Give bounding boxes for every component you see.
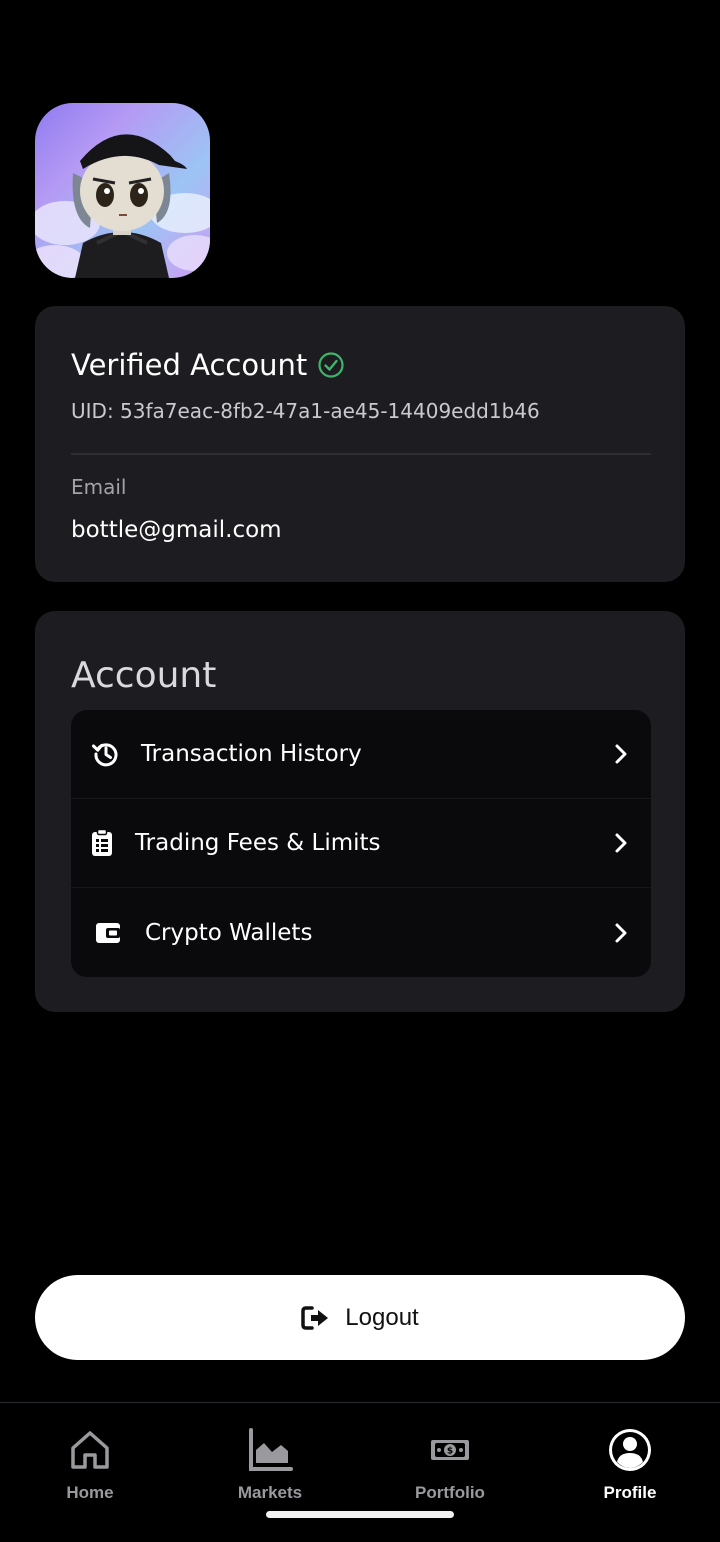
history-icon xyxy=(91,739,121,769)
nav-item-profile[interactable]: Profile xyxy=(540,1427,720,1517)
menu-item-label: Trading Fees & Limits xyxy=(135,830,381,856)
nav-label: Profile xyxy=(603,1483,657,1502)
check-circle-icon xyxy=(317,351,345,379)
wallet-icon xyxy=(93,918,123,948)
money-icon: $ xyxy=(427,1427,473,1473)
home-icon xyxy=(67,1427,113,1473)
logout-icon xyxy=(301,1305,331,1331)
menu-item-label: Crypto Wallets xyxy=(145,919,313,946)
home-indicator xyxy=(266,1511,454,1518)
logout-label: Logout xyxy=(345,1303,419,1331)
nav-label: Markets xyxy=(237,1483,303,1502)
verified-account-label: Verified Account xyxy=(71,348,308,382)
menu-item-crypto-wallets[interactable]: Crypto Wallets xyxy=(71,888,651,977)
email-value: bottle@gmail.com xyxy=(71,517,282,543)
chevron-right-icon xyxy=(611,742,631,766)
svg-text:$: $ xyxy=(447,1447,453,1457)
menu-item-label: Transaction History xyxy=(141,741,362,767)
avatar-illustration xyxy=(35,134,210,278)
uid-text: UID: 53fa7eac-8fb2-47a1-ae45-14409edd1b4… xyxy=(71,399,540,423)
chevron-right-icon xyxy=(611,831,631,855)
user-circle-icon xyxy=(607,1427,653,1473)
nav-label: Home xyxy=(66,1483,114,1502)
chevron-right-icon xyxy=(611,921,631,945)
email-label: Email xyxy=(71,475,127,499)
account-menu: Transaction History Trading Fees & Limit… xyxy=(71,710,651,977)
bottom-nav: Home Markets $ Portfolio Profile xyxy=(0,1402,720,1542)
clipboard-list-icon xyxy=(87,828,117,858)
avatar[interactable] xyxy=(35,103,210,278)
nav-label: Portfolio xyxy=(415,1483,485,1502)
menu-item-trading-fees[interactable]: Trading Fees & Limits xyxy=(71,799,651,888)
nav-item-markets[interactable]: Markets xyxy=(180,1427,360,1517)
menu-item-transaction-history[interactable]: Transaction History xyxy=(71,710,651,799)
nav-item-home[interactable]: Home xyxy=(0,1427,180,1517)
verified-account-title: Verified Account xyxy=(71,348,345,382)
divider xyxy=(71,453,651,455)
account-info-card: Verified Account UID: 53fa7eac-8fb2-47a1… xyxy=(35,306,685,582)
account-section-card: Account Transaction History Trading Fees… xyxy=(35,611,685,1012)
nav-item-portfolio[interactable]: $ Portfolio xyxy=(360,1427,540,1517)
account-section-title: Account xyxy=(71,655,217,696)
logout-button[interactable]: Logout xyxy=(35,1275,685,1360)
area-chart-icon xyxy=(247,1427,293,1473)
